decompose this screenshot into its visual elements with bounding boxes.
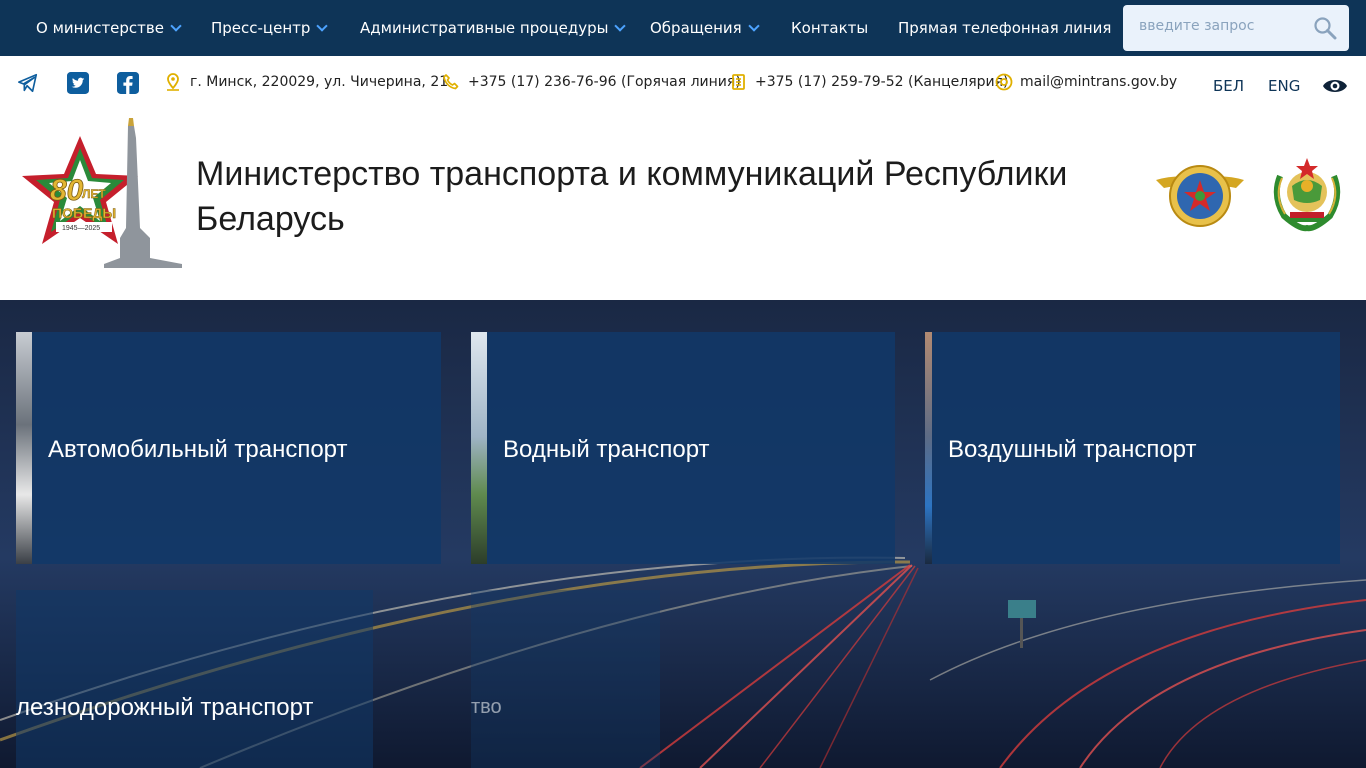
chevron-down-icon: [170, 20, 182, 32]
hero-transport-section: Автомобильный транспорт Водный транспорт…: [0, 300, 1366, 768]
tile-label: Воздушный транспорт: [948, 436, 1197, 463]
search-box: [1123, 5, 1349, 51]
tile-label: тво: [471, 696, 502, 718]
ministry-emblem-icon: [1156, 165, 1244, 227]
telegram-icon[interactable]: [17, 72, 39, 94]
nav-item-label: Обращения: [650, 19, 742, 37]
lang-english[interactable]: ENG: [1268, 77, 1300, 95]
tile-road-transport[interactable]: Автомобильный транспорт: [16, 332, 441, 564]
nav-item-appeals[interactable]: Обращения: [650, 0, 760, 56]
nav-item-admin-procedures[interactable]: Административные процедуры: [360, 0, 627, 56]
nav-item-label: Прямая телефонная линия: [898, 19, 1112, 37]
search-input[interactable]: [1139, 18, 1309, 34]
state-coat-of-arms-icon: [1273, 158, 1341, 232]
tile-partial-item[interactable]: тво: [471, 590, 660, 768]
tile-rail-transport[interactable]: лезнодорожный транспорт: [16, 590, 373, 768]
tile-air-transport[interactable]: Воздушный транспорт: [925, 332, 1340, 564]
tile-label: Автомобильный транспорт: [48, 436, 348, 463]
chevron-down-icon: [748, 20, 760, 32]
phone-icon: [443, 74, 459, 90]
victory-logo-80: 80: [50, 174, 84, 207]
tile-water-transport[interactable]: Водный транспорт: [471, 332, 895, 564]
hotline-phone[interactable]: +375 (17) 236-76-96 (Горячая линия): [468, 74, 741, 90]
victory-logo-years: 1945—2025: [62, 225, 100, 232]
chevron-down-icon: [614, 20, 627, 32]
top-navigation: О министерстве Пресс-центр Административ…: [0, 0, 1366, 56]
nav-item-press[interactable]: Пресс-центр: [211, 0, 329, 56]
tile-image-strip: [471, 332, 487, 564]
twitter-icon[interactable]: [67, 72, 89, 94]
victory-logo-word2: ПОБЕДЫ: [52, 205, 116, 221]
address-text: г. Минск, 220029, ул. Чичерина, 21: [190, 74, 449, 90]
lang-belarusian[interactable]: БЕЛ: [1213, 77, 1244, 95]
nav-item-label: Пресс-центр: [211, 19, 311, 37]
tile-label: лезнодорожный транспорт: [16, 694, 314, 721]
nav-item-label: Контакты: [791, 19, 869, 37]
search-icon[interactable]: [1313, 16, 1337, 40]
phone-book-icon: [732, 74, 745, 90]
contact-bar: г. Минск, 220029, ул. Чичерина, 21 +375 …: [0, 56, 1366, 112]
nav-item-about[interactable]: О министерстве: [36, 0, 182, 56]
accessibility-eye-icon[interactable]: [1322, 76, 1348, 96]
nav-item-contacts[interactable]: Контакты: [791, 0, 868, 56]
facebook-icon[interactable]: [117, 72, 139, 94]
site-title: Министерство транспорта и коммуникаций Р…: [196, 155, 1068, 238]
email-link[interactable]: mail@mintrans.gov.by: [1020, 74, 1177, 90]
location-pin-icon: [167, 73, 179, 91]
nav-item-phone-line[interactable]: Прямая телефонная линия: [898, 0, 1111, 56]
tile-image-strip: [16, 332, 32, 564]
tile-label: Водный транспорт: [503, 436, 710, 463]
nav-item-label: Административные процедуры: [360, 19, 609, 37]
victory-80-logo[interactable]: 80 ЛЕТ ПОБЕДЫ 1945—2025: [20, 118, 186, 268]
chevron-down-icon: [316, 20, 329, 32]
site-header: 80 ЛЕТ ПОБЕДЫ 1945—2025 Министерство тра…: [0, 112, 1366, 300]
nav-item-label: О министерстве: [36, 19, 164, 37]
email-icon: [995, 73, 1013, 91]
office-phone[interactable]: +375 (17) 259-79-52 (Канцелярия): [755, 74, 1009, 90]
victory-logo-word1: ЛЕТ: [82, 187, 106, 201]
tile-image-strip: [925, 332, 932, 564]
